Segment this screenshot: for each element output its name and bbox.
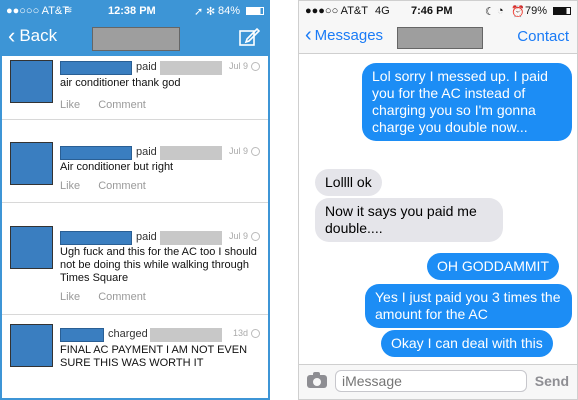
battery-icon: [553, 7, 571, 15]
like-button[interactable]: Like: [60, 180, 80, 192]
feed-verb: paid: [136, 146, 157, 158]
feed-actions: Like Comment: [60, 291, 146, 303]
globe-icon: [251, 147, 260, 156]
moon-icon: ☾: [485, 6, 495, 18]
nav-bar: ‹ Back: [2, 20, 268, 56]
feed-actions: Like Comment: [60, 180, 146, 192]
camera-icon[interactable]: [307, 372, 327, 388]
avatar: [10, 226, 53, 269]
feed-verb: paid: [136, 61, 157, 73]
message-composer: Send: [299, 364, 577, 399]
battery-percent: 79%: [525, 5, 548, 17]
feed-message: Air conditioner but right: [60, 161, 174, 173]
compose-icon[interactable]: [238, 26, 260, 48]
feed-time: Jul 9: [228, 146, 248, 156]
feed-verb: paid: [136, 231, 157, 243]
redacted-sender: [60, 61, 132, 75]
avatar: [10, 324, 53, 367]
contact-button[interactable]: Contact: [517, 28, 569, 45]
messages-back-button[interactable]: ‹ Messages: [305, 24, 384, 46]
status-bar: ●●●○○ AT&T 4G 7:46 PM ☾ ◔ ⏰ 79%: [299, 1, 577, 21]
feed-header: paid Jul 9: [60, 231, 262, 245]
activity-feed: paid Jul 9 air conditioner thank god Lik…: [2, 56, 268, 398]
like-button[interactable]: Like: [60, 291, 80, 303]
redacted-sender: [60, 328, 104, 342]
back-button[interactable]: ‹ Back: [8, 23, 58, 48]
bluetooth-icon: ✻: [206, 6, 216, 18]
feed-actions: Like Comment: [60, 99, 146, 111]
feed-verb: charged: [108, 328, 148, 340]
feed-item: charged 13d FINAL AC PAYMENT I AM NOT EV…: [2, 314, 268, 398]
redacted-recipient: [150, 328, 222, 342]
globe-icon: [251, 329, 260, 338]
status-time: 12:38 PM: [108, 5, 156, 17]
chevron-left-icon: ‹: [305, 24, 312, 46]
status-time: 7:46 PM: [411, 5, 453, 17]
feed-item: paid Jul 9 air conditioner thank god Lik…: [2, 56, 268, 120]
message-bubble-incoming: Now it says you paid me double....: [315, 198, 503, 242]
redacted-recipient: [160, 231, 222, 245]
alarm-icon: ⏰: [511, 6, 525, 18]
feed-time: Jul 9: [228, 231, 248, 241]
globe-icon: [251, 232, 260, 241]
comment-button[interactable]: Comment: [98, 291, 146, 303]
battery-icon: [246, 7, 264, 15]
carrier-label: ●●●○○ AT&T: [305, 5, 368, 17]
message-bubble-outgoing: Lol sorry I messed up. I paid you for th…: [362, 63, 572, 141]
feed-header: paid Jul 9: [60, 61, 262, 75]
venmo-phone-screenshot: ●●○○○ AT&T ≋ 12:38 PM ➚ ✻ 84% ‹ Back pai…: [0, 0, 270, 400]
redacted-recipient: [160, 146, 222, 160]
redacted-recipient: [160, 61, 222, 75]
message-bubble-incoming: Lollll ok: [315, 169, 382, 196]
feed-header: paid Jul 9: [60, 146, 262, 160]
redacted-contact-name: [397, 27, 483, 49]
avatar: [10, 60, 53, 103]
back-label: Back: [19, 26, 58, 45]
feed-item: paid Jul 9 Air conditioner but right Lik…: [2, 132, 268, 203]
comment-button[interactable]: Comment: [98, 99, 146, 111]
messages-back-label: Messages: [314, 26, 384, 44]
feed-header: charged 13d: [60, 328, 262, 342]
battery-percent: 84%: [218, 5, 241, 17]
feed-message: Ugh fuck and this for the AC too I shoul…: [60, 246, 257, 284]
globe-icon: [251, 62, 260, 71]
message-bubble-outgoing: Yes I just paid you 3 times the amount f…: [365, 284, 572, 328]
feed-time: Jul 9: [228, 61, 248, 71]
status-bar: ●●○○○ AT&T ≋ 12:38 PM ➚ ✻ 84%: [2, 2, 268, 20]
lock-rotation-icon: ◔: [497, 5, 504, 17]
redacted-sender: [60, 146, 132, 160]
message-bubble-outgoing: Okay I can deal with this: [381, 330, 553, 357]
avatar: [10, 142, 53, 185]
feed-item: paid Jul 9 Ugh fuck and this for the AC …: [2, 216, 268, 315]
imessage-phone-screenshot: ●●●○○ AT&T 4G 7:46 PM ☾ ◔ ⏰ 79% ‹ Messag…: [298, 0, 578, 400]
message-input[interactable]: [335, 370, 527, 392]
carrier-label: ●●○○○ AT&T: [6, 5, 69, 17]
wifi-icon: ≋: [64, 5, 73, 16]
feed-time: 13d: [232, 328, 248, 338]
chevron-left-icon: ‹: [8, 23, 16, 48]
nav-bar: ‹ Messages Contact: [299, 21, 577, 54]
comment-button[interactable]: Comment: [98, 180, 146, 192]
like-button[interactable]: Like: [60, 99, 80, 111]
feed-message: air conditioner thank god: [60, 77, 181, 89]
feed-message: FINAL AC PAYMENT I AM NOT EVEN SURE THIS…: [60, 344, 248, 369]
send-button[interactable]: Send: [535, 373, 569, 389]
network-label: 4G: [375, 5, 390, 17]
message-bubble-outgoing: OH GODDAMMIT: [427, 253, 559, 280]
redacted-name: [92, 27, 180, 51]
redacted-sender: [60, 231, 132, 245]
location-icon: ➚: [194, 6, 204, 18]
